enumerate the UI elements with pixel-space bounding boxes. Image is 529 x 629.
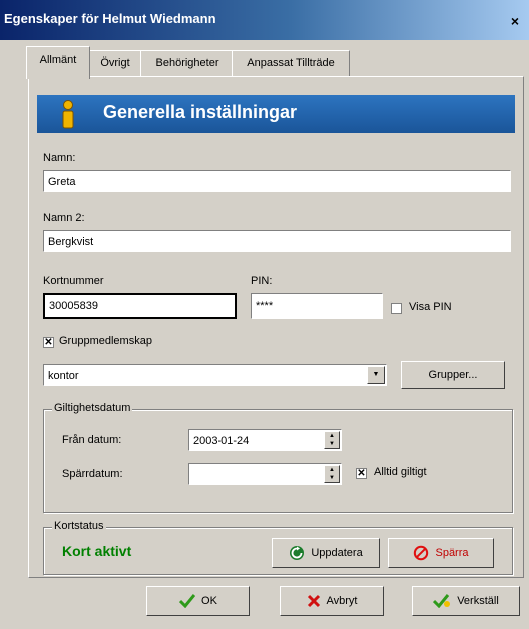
fran-datum-spinner[interactable]: ▲ ▼ <box>324 431 340 449</box>
tab-allmant[interactable]: Allmänt <box>26 46 90 79</box>
checkmark-icon <box>179 594 196 609</box>
close-icon[interactable]: × <box>507 14 523 28</box>
group-select[interactable]: kontor ▼ <box>43 364 387 386</box>
pin-input[interactable]: **** <box>251 293 383 319</box>
chevron-down-icon[interactable]: ▼ <box>367 366 385 384</box>
refresh-icon <box>290 546 305 561</box>
giltighetsdatum-group: Giltighetsdatum Från datum: 2003-01-24 ▲… <box>43 402 513 513</box>
info-icon <box>62 100 74 129</box>
grupper-button[interactable]: Grupper... <box>401 361 505 389</box>
uppdatera-button[interactable]: Uppdatera <box>272 538 380 568</box>
uppdatera-label: Uppdatera <box>311 547 363 559</box>
sparrdatum-spinner[interactable]: ▲ ▼ <box>324 465 340 483</box>
alltid-giltigt-label: Alltid giltigt <box>374 466 427 478</box>
pin-label: PIN: <box>251 275 273 287</box>
apply-icon <box>433 594 451 609</box>
ok-label: OK <box>201 595 217 607</box>
kortstatus-group: Kortstatus Kort aktivt Uppdatera Spärra <box>43 520 513 575</box>
tab-behorigheter[interactable]: Behörigheter <box>140 50 234 77</box>
window-title: Egenskaper för Helmut Wiedmann <box>4 11 216 26</box>
section-title: Generella inställningar <box>103 102 298 122</box>
gruppmedlemskap-label: Gruppmedlemskap <box>59 335 152 347</box>
kortnummer-input[interactable]: 30005839 <box>43 293 237 319</box>
tab-ovrigt[interactable]: Övrigt <box>88 50 142 77</box>
giltighetsdatum-title: Giltighetsdatum <box>52 402 133 414</box>
spin-up-icon[interactable]: ▲ <box>325 466 339 474</box>
apply-label: Verkställ <box>457 595 499 607</box>
cancel-button[interactable]: Avbryt <box>280 586 384 616</box>
namn-label: Namn: <box>43 152 76 164</box>
visa-pin-checkbox[interactable] <box>391 303 402 314</box>
tab-panel-allmant: Generella inställningar Namn: Greta Namn… <box>28 76 524 578</box>
kortstatus-title: Kortstatus <box>52 520 106 532</box>
fran-datum-value: 2003-01-24 <box>193 435 250 447</box>
section-header: Generella inställningar <box>37 95 515 133</box>
ok-button[interactable]: OK <box>146 586 250 616</box>
namn2-label: Namn 2: <box>43 212 85 224</box>
spin-up-icon[interactable]: ▲ <box>325 432 339 440</box>
cancel-x-icon <box>307 595 320 608</box>
sparra-button[interactable]: Spärra <box>388 538 494 568</box>
block-icon <box>414 545 429 561</box>
alltid-giltigt-checkbox[interactable]: ✕ <box>356 468 367 479</box>
sparrdatum-label: Spärrdatum: <box>62 468 123 480</box>
visa-pin-label: Visa PIN <box>409 301 452 313</box>
group-select-value: kontor <box>48 370 79 382</box>
namn2-input[interactable]: Bergkvist <box>43 230 511 252</box>
fran-datum-input[interactable]: 2003-01-24 ▲ ▼ <box>188 429 342 451</box>
sparra-label: Spärra <box>435 547 469 559</box>
sparrdatum-input[interactable]: ▲ ▼ <box>188 463 342 485</box>
fran-datum-label: Från datum: <box>62 434 122 446</box>
tab-anpassat-tilltrade[interactable]: Anpassat Tillträde <box>232 50 350 77</box>
gruppmedlemskap-checkbox[interactable]: ✕ <box>43 337 54 348</box>
properties-dialog: Egenskaper för Helmut Wiedmann × Allmänt… <box>0 0 529 629</box>
apply-button[interactable]: Verkställ <box>412 586 520 616</box>
title-bar[interactable]: Egenskaper för Helmut Wiedmann × <box>0 0 529 40</box>
cancel-label: Avbryt <box>326 595 358 607</box>
card-status: Kort aktivt <box>62 543 132 559</box>
spin-down-icon[interactable]: ▼ <box>325 474 339 482</box>
spin-down-icon[interactable]: ▼ <box>325 440 339 448</box>
namn-input[interactable]: Greta <box>43 170 511 192</box>
kortnummer-label: Kortnummer <box>43 275 104 287</box>
